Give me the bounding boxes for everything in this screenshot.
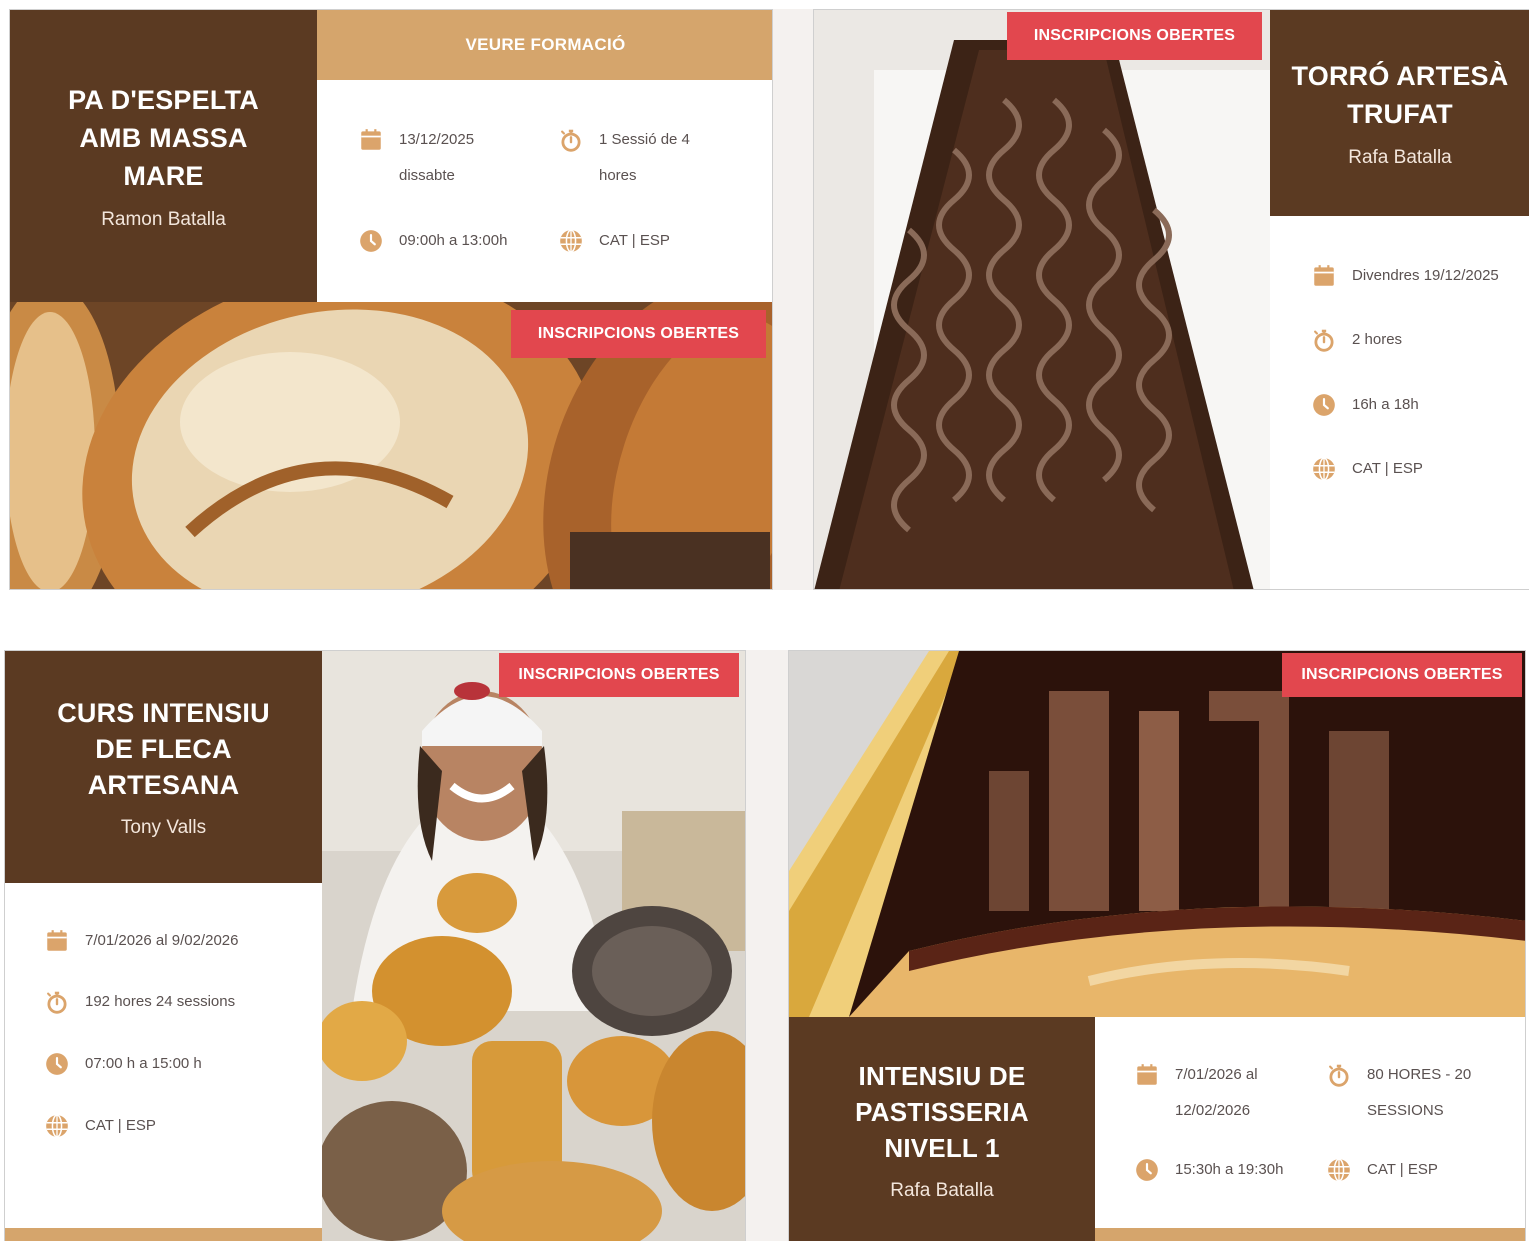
info-schedule: 16h a 18h (1310, 387, 1419, 423)
clock-icon (1310, 391, 1338, 419)
card-bottom-bar (1095, 1228, 1525, 1241)
clock-icon (1133, 1156, 1161, 1184)
course-card-torro[interactable]: INSCRIPCIONS OBERTES TORRÓ ARTESÀ TRUFAT… (813, 9, 1529, 590)
registration-open-badge: INSCRIPCIONS OBERTES (1282, 653, 1522, 697)
course-image-bread: INSCRIPCIONS OBERTES (10, 302, 772, 589)
timer-icon (43, 988, 71, 1016)
registration-open-badge: INSCRIPCIONS OBERTES (499, 653, 739, 697)
info-language: CAT | ESP (43, 1108, 156, 1144)
info-language: CAT | ESP (1310, 451, 1423, 487)
info-date: 13/12/2025 dissabte (357, 122, 474, 194)
course-title: INTENSIU DE PASTISSERIA NIVELL 1 (855, 1060, 1029, 1163)
course-teacher: Rafa Batalla (1348, 147, 1452, 168)
info-language: CAT | ESP (1325, 1152, 1438, 1188)
calendar-icon (1310, 262, 1338, 290)
course-title: PA D'ESPELTA AMB MASSA MARE (68, 85, 259, 191)
timer-icon (557, 126, 585, 154)
course-header: INTENSIU DE PASTISSERIA NIVELL 1 Rafa Ba… (789, 1017, 1095, 1241)
course-card-fleca[interactable]: CURS INTENSIU DE FLECA ARTESANA Tony Val… (4, 650, 746, 1241)
info-duration: 192 hores 24 sessions (43, 984, 235, 1020)
card-bottom-bar (5, 1228, 322, 1241)
course-card-espelta[interactable]: PA D'ESPELTA AMB MASSA MARE Ramon Batall… (9, 9, 773, 590)
course-header: TORRÓ ARTESÀ TRUFAT Rafa Batalla (1270, 10, 1529, 216)
info-date: 7/01/2026 al 12/02/2026 (1133, 1057, 1258, 1129)
course-teacher: Ramon Batalla (101, 209, 226, 230)
course-image-cake-roll: INSCRIPCIONS OBERTES (789, 651, 1525, 1017)
course-info: Divendres 19/12/2025 2 hores 16h a 18h C… (1270, 216, 1529, 589)
clock-icon (43, 1050, 71, 1078)
course-image-nougat: INSCRIPCIONS OBERTES (814, 10, 1270, 589)
info-date: Divendres 19/12/2025 (1310, 258, 1499, 294)
divider (773, 9, 813, 590)
globe-icon (1310, 455, 1338, 483)
info-schedule: 09:00h a 13:00h (357, 223, 507, 259)
course-card-pastisseria[interactable]: INSCRIPCIONS OBERTES INTENSIU DE PASTISS… (788, 650, 1526, 1241)
timer-icon (1310, 326, 1338, 354)
info-schedule: 15:30h a 19:30h (1133, 1152, 1283, 1188)
course-info: 7/01/2026 al 12/02/2026 80 HORES - 20 SESS… (1095, 1017, 1525, 1228)
divider (746, 650, 788, 1241)
info-language: CAT | ESP (557, 223, 670, 259)
registration-open-badge: INSCRIPCIONS OBERTES (1007, 12, 1262, 60)
course-header: CURS INTENSIU DE FLECA ARTESANA Tony Val… (5, 651, 322, 883)
course-teacher: Rafa Batalla (890, 1179, 994, 1201)
globe-icon (1325, 1156, 1353, 1184)
info-date: 7/01/2026 al 9/02/2026 (43, 923, 238, 959)
course-title: TORRÓ ARTESÀ TRUFAT (1291, 61, 1509, 129)
timer-icon (1325, 1061, 1353, 1089)
course-image-baker: INSCRIPCIONS OBERTES (322, 651, 745, 1241)
globe-icon (43, 1112, 71, 1140)
info-duration: 1 Sessió de 4 hores (557, 122, 690, 194)
registration-open-badge: INSCRIPCIONS OBERTES (511, 310, 766, 358)
calendar-icon (357, 126, 385, 154)
info-duration: 2 hores (1310, 322, 1402, 358)
course-header: PA D'ESPELTA AMB MASSA MARE Ramon Batall… (10, 10, 317, 302)
globe-icon (557, 227, 585, 255)
view-course-button[interactable]: VEURE FORMACIÓ (317, 10, 772, 80)
course-info: 7/01/2026 al 9/02/2026 192 hores 24 sess… (5, 883, 322, 1228)
info-schedule: 07:00 h a 15:00 h (43, 1046, 202, 1082)
calendar-icon (43, 927, 71, 955)
course-title: CURS INTENSIU DE FLECA ARTESANA (57, 698, 270, 800)
clock-icon (357, 227, 385, 255)
course-teacher: Tony Valls (120, 817, 207, 838)
course-info: 13/12/2025 dissabte 1 Sessió de 4 hores 09… (317, 80, 772, 302)
calendar-icon (1133, 1061, 1161, 1089)
info-duration: 80 HORES - 20 SESSIONS (1325, 1057, 1471, 1129)
